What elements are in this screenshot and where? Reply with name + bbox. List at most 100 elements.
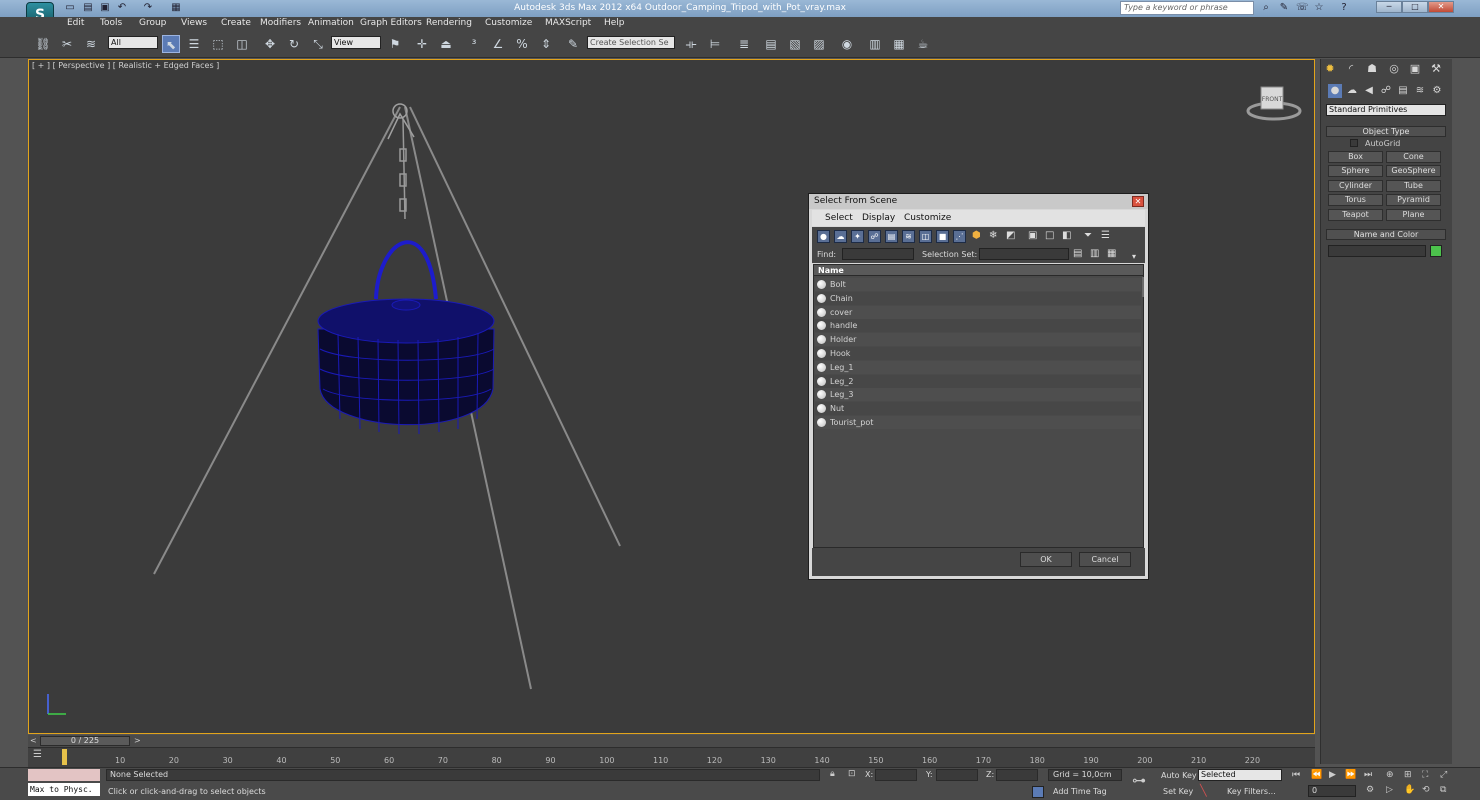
display-lights-icon[interactable]: ✦	[851, 230, 864, 243]
angle-snap-icon[interactable]: ∠	[489, 35, 507, 53]
helpers-icon[interactable]: ▤	[1396, 84, 1410, 98]
lights-icon[interactable]: ◀	[1362, 84, 1376, 98]
time-slider[interactable]	[28, 735, 1315, 747]
list-item[interactable]	[815, 291, 1141, 305]
list-item[interactable]	[815, 402, 1141, 416]
viewcube[interactable]: FRONT	[1246, 86, 1302, 121]
material-editor-icon[interactable]: ◉	[838, 35, 856, 53]
y-coordinate-field[interactable]	[936, 769, 978, 781]
geometry-icon[interactable]: ●	[1328, 84, 1342, 98]
communication-center-icon[interactable]: ☏	[1296, 2, 1309, 14]
menu-customize[interactable]: Customize	[485, 18, 532, 28]
list-header[interactable]	[814, 265, 1143, 276]
menu-graph-editors[interactable]: Graph Editors	[360, 18, 422, 28]
set-key-icon[interactable]: ⊶	[1132, 773, 1146, 789]
select-manipulate-icon[interactable]: ✛	[413, 35, 431, 53]
systems-icon[interactable]: ⚙	[1430, 84, 1444, 98]
new-file-icon[interactable]: ▭	[64, 2, 76, 14]
list-item[interactable]	[815, 388, 1141, 402]
geosphere-button[interactable]: GeoSphere	[1386, 165, 1441, 177]
select-none-icon[interactable]: □	[1045, 230, 1054, 241]
maximize-viewport-icon[interactable]: ⧉	[1440, 785, 1446, 795]
cylinder-button[interactable]: Cylinder	[1328, 180, 1383, 192]
display-space-warps-icon[interactable]: ≋	[902, 230, 915, 243]
pan-view-icon[interactable]: ✋	[1404, 785, 1415, 795]
display-frozen-icon[interactable]: ❄	[989, 230, 997, 241]
utilities-tab-icon[interactable]: ⚒	[1428, 61, 1444, 77]
time-next-arrow-icon[interactable]: >	[134, 736, 141, 745]
spinner-snap-icon[interactable]: ⇕	[537, 35, 555, 53]
create-selection-set-icon[interactable]: ▤	[1073, 248, 1082, 259]
layer-manager-icon[interactable]: ≣	[735, 35, 753, 53]
list-item[interactable]	[815, 305, 1141, 319]
z-coordinate-field[interactable]	[996, 769, 1038, 781]
menu-tools[interactable]: Tools	[100, 18, 122, 28]
toolbar-options-chevron-icon[interactable]: ▾	[1132, 252, 1136, 261]
previous-frame-icon[interactable]: ⏪	[1311, 770, 1322, 780]
add-time-tag-icon[interactable]	[1032, 786, 1044, 798]
rotate-icon[interactable]: ↻	[285, 35, 303, 53]
menu-maxscript[interactable]: MAXScript	[545, 18, 591, 28]
list-item[interactable]	[815, 347, 1141, 360]
cameras-icon[interactable]: ☍	[1379, 84, 1393, 98]
menu-rendering[interactable]: Rendering	[426, 18, 472, 28]
list-item[interactable]	[815, 333, 1141, 347]
cone-button[interactable]: Cone	[1386, 151, 1441, 163]
name-and-color-rollout[interactable]: Name and Color	[1326, 229, 1446, 240]
snaps-toggle-icon[interactable]: ³	[465, 35, 483, 53]
display-cameras-icon[interactable]: ☍	[868, 230, 881, 243]
object-color-swatch[interactable]	[1430, 245, 1442, 257]
select-all-icon[interactable]: ▣	[1028, 230, 1037, 241]
dialog-menu-display[interactable]: Display	[862, 213, 895, 223]
go-to-start-icon[interactable]: ⏮	[1292, 770, 1300, 780]
display-tab-icon[interactable]: ▣	[1407, 61, 1423, 77]
key-mode-dropdown[interactable]: Selected	[1198, 769, 1282, 781]
display-groups-icon[interactable]: ◫	[919, 230, 932, 243]
dialog-menu-customize[interactable]: Customize	[904, 213, 951, 223]
menu-group[interactable]: Group	[139, 18, 166, 28]
edit-named-selection-icon[interactable]: ✎	[564, 35, 582, 53]
remove-selection-set-icon[interactable]: ▥	[1090, 248, 1099, 259]
key-filters-button[interactable]: Key Filters...	[1227, 787, 1276, 796]
display-hidden-icon[interactable]: ◩	[1006, 230, 1015, 241]
next-frame-icon[interactable]: ⏩	[1345, 770, 1356, 780]
modify-tab-icon[interactable]: ◜	[1343, 61, 1359, 77]
field-of-view-icon[interactable]: ▷	[1386, 785, 1393, 795]
display-geometry-icon[interactable]: ●	[817, 230, 830, 243]
box-button[interactable]: Box	[1328, 151, 1383, 163]
project-folder-icon[interactable]: ▦	[170, 2, 182, 14]
add-time-tag[interactable]: Add Time Tag	[1053, 787, 1107, 796]
zoom-extents-icon[interactable]: ⛶	[1422, 770, 1428, 780]
graphite-ribbon-icon[interactable]: ▤	[762, 35, 780, 53]
mirror-icon[interactable]: ⟛	[682, 35, 700, 53]
display-shapes-icon[interactable]: ☁	[834, 230, 847, 243]
filter-icon[interactable]: ⏷	[1084, 230, 1092, 241]
menu-views[interactable]: Views	[181, 18, 207, 28]
keyboard-shortcut-override-icon[interactable]: ⏏	[437, 35, 455, 53]
minimize-button[interactable]: ─	[1376, 1, 1402, 13]
dialog-menu-select[interactable]: Select	[825, 213, 853, 223]
object-name-input[interactable]	[1328, 245, 1426, 257]
reference-coordinate-dropdown[interactable]: View	[331, 36, 381, 49]
menu-help[interactable]: Help	[604, 18, 625, 28]
close-window-button[interactable]: ✕	[1428, 1, 1454, 13]
render-production-icon[interactable]: ☕	[914, 35, 932, 53]
maxscript-mini-listener[interactable]: Max to Physc.	[28, 783, 100, 796]
list-item[interactable]	[815, 374, 1141, 388]
tube-button[interactable]: Tube	[1386, 180, 1441, 192]
redo-icon[interactable]: ↷	[142, 2, 154, 14]
primitive-category-dropdown[interactable]: Standard Primitives	[1326, 104, 1446, 116]
unlink-icon[interactable]: ✂	[58, 35, 76, 53]
zoom-extents-all-icon[interactable]: ⤢	[1440, 770, 1447, 780]
select-by-name-icon[interactable]: ☰	[185, 35, 203, 53]
named-selection-sets-dropdown[interactable]: Create Selection Se	[587, 36, 675, 49]
curve-editor-icon[interactable]: ▧	[786, 35, 804, 53]
menu-create[interactable]: Create	[221, 18, 251, 28]
teapot-button[interactable]: Teapot	[1328, 209, 1383, 221]
list-item[interactable]	[815, 278, 1141, 291]
select-invert-icon[interactable]: ◧	[1062, 230, 1071, 241]
auto-key-button[interactable]: Auto Key	[1161, 771, 1197, 780]
sphere-button[interactable]: Sphere	[1328, 165, 1383, 177]
help-icon[interactable]: ?	[1338, 2, 1350, 14]
shapes-icon[interactable]: ☁	[1345, 84, 1359, 98]
